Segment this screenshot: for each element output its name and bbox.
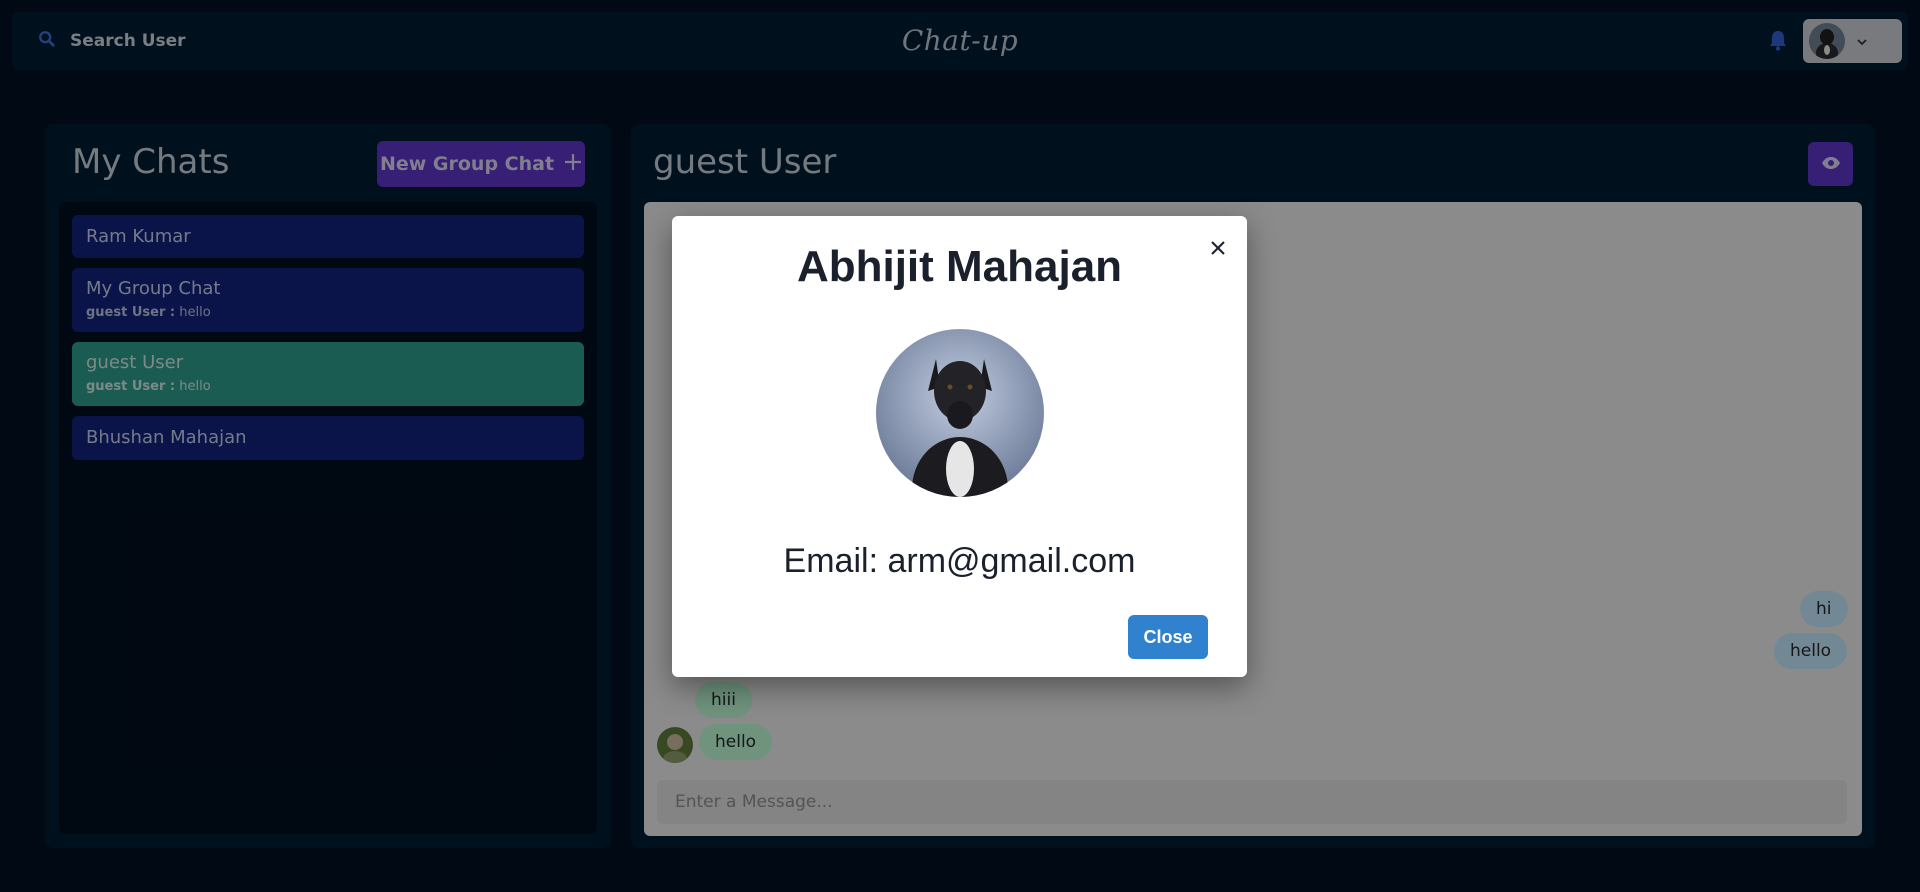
close-icon[interactable] [1204,234,1232,262]
modal-email: Email: arm@gmail.com [783,542,1136,580]
profile-modal: Abhijit Mahajan Email: arm@gmail.com Clo… [672,216,1247,677]
close-button[interactable]: Close [1128,615,1208,659]
profile-avatar [876,329,1044,497]
modal-user-name: Abhijit Mahajan [796,242,1123,291]
